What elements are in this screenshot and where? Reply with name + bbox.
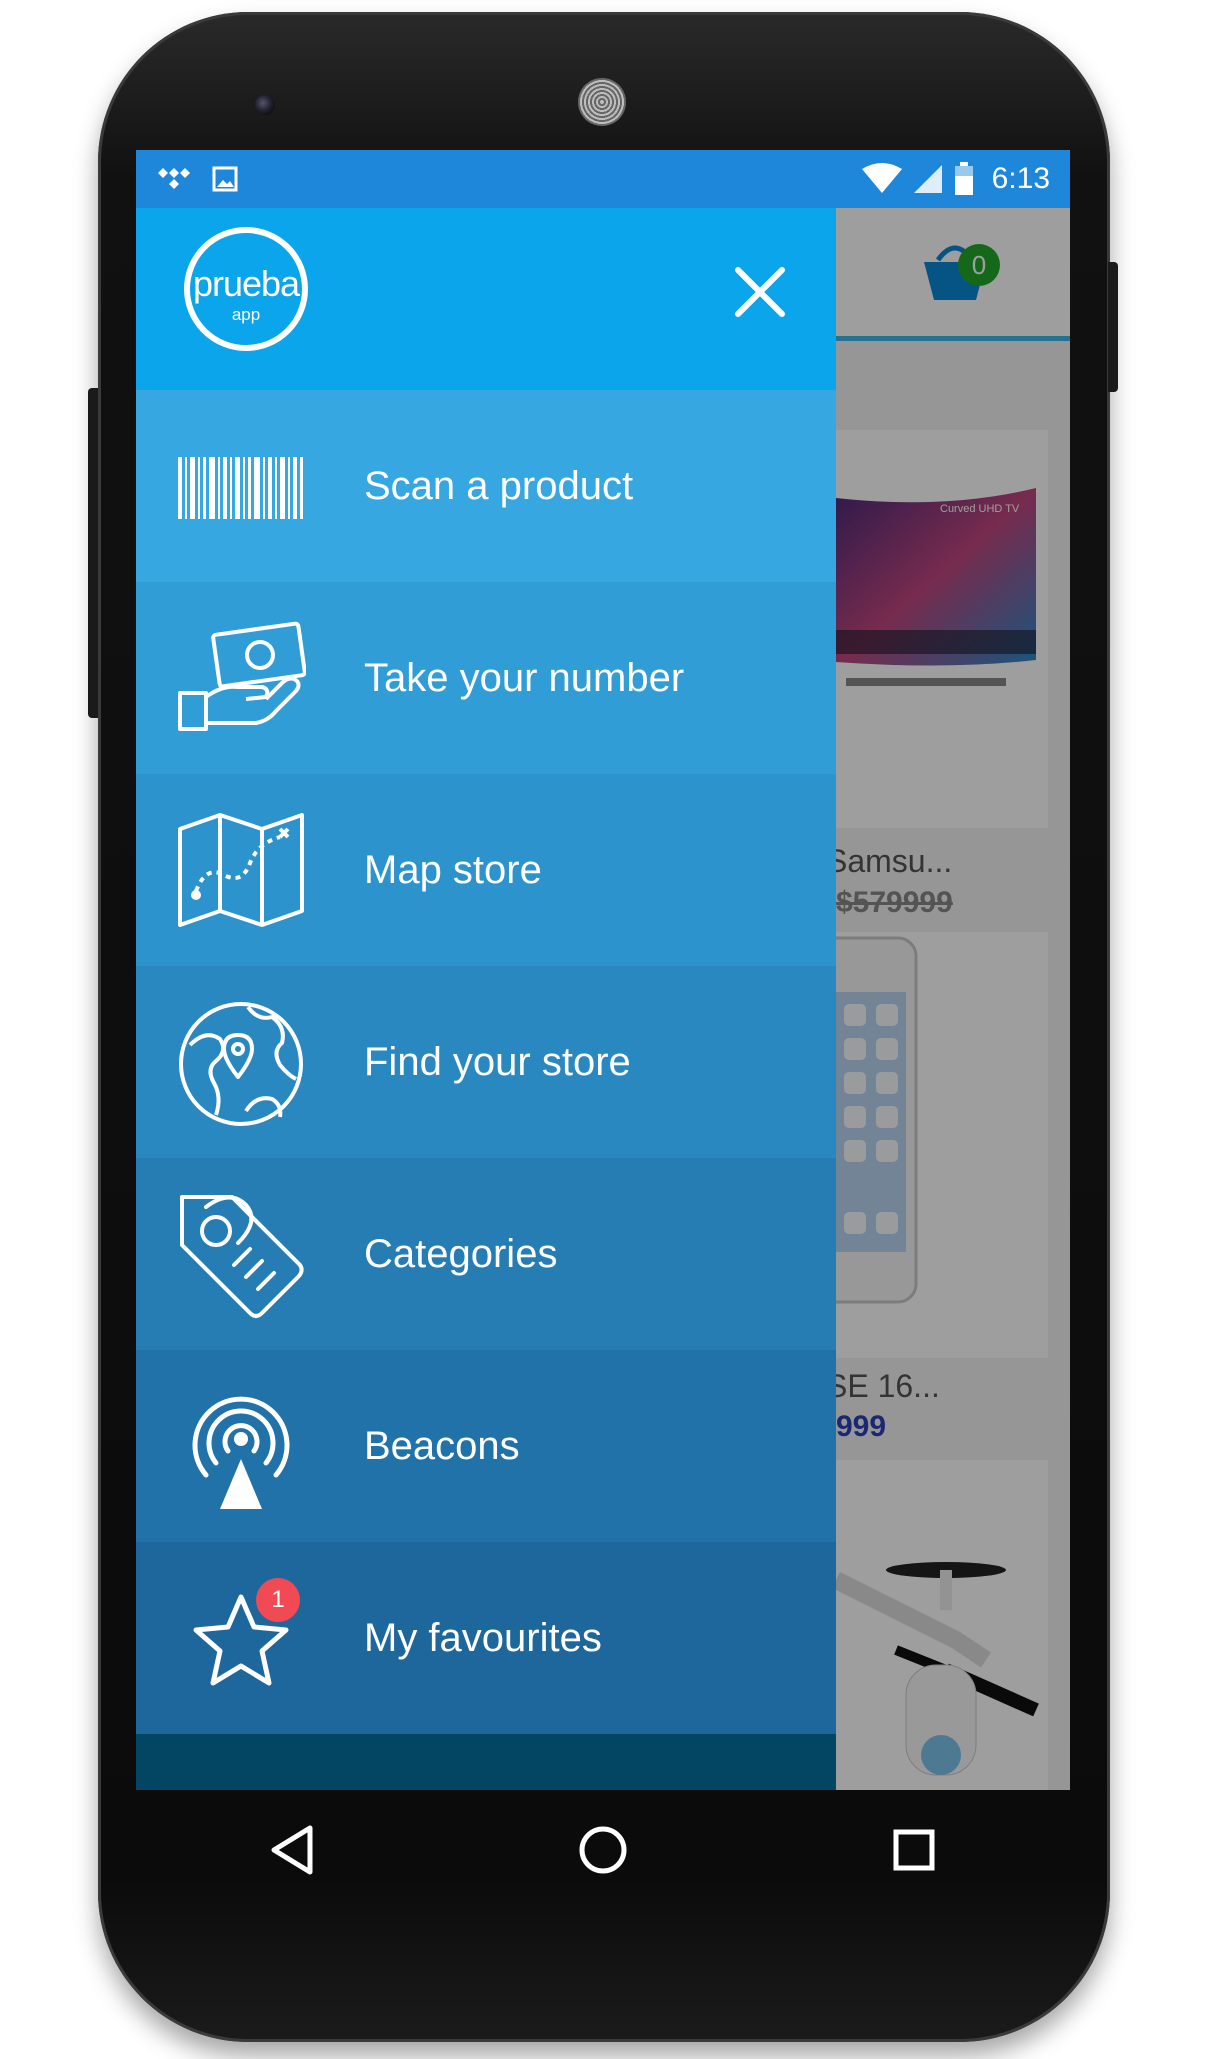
tidal-icon (158, 168, 190, 189)
recents-icon (893, 1829, 935, 1871)
menu-item-take-number[interactable]: Take your number (136, 582, 836, 774)
back-button[interactable] (252, 1810, 332, 1890)
signal-icon (913, 165, 942, 193)
menu-item-beacons[interactable]: Beacons (136, 1350, 836, 1542)
status-time: 6:13 (991, 162, 1050, 195)
menu-item-label: Beacons (364, 1424, 520, 1468)
menu-item-scan-product[interactable]: Scan a product (136, 390, 836, 582)
screen: 6:13 0 Curved UHD TV Samsu... $579999 SE… (136, 150, 1070, 1790)
app-logo: prueba app (184, 227, 308, 351)
battery-icon (954, 162, 973, 195)
logo-text: prueba (192, 263, 300, 304)
menu-item-find-store[interactable]: Find your store (136, 966, 836, 1158)
navigation-drawer: prueba app Scan a product Take your numb… (136, 208, 836, 1790)
drawer-header: prueba app (136, 208, 836, 390)
system-nav-bar (136, 1790, 1070, 1910)
menu-item-map-store[interactable]: Map store (136, 774, 836, 966)
wifi-icon (861, 163, 902, 193)
close-icon[interactable] (728, 260, 792, 324)
status-bar: 6:13 (136, 150, 1070, 208)
home-button[interactable] (563, 1810, 643, 1890)
menu-item-categories[interactable]: Categories (136, 1158, 836, 1350)
barcode-icon (178, 457, 303, 519)
logo-subtext: app (231, 305, 261, 324)
menu-item-label: Scan a product (364, 464, 634, 508)
menu-item-label: Find your store (364, 1040, 631, 1084)
money-hand-icon (178, 621, 306, 731)
power-button (1108, 262, 1118, 392)
beacon-icon (192, 1396, 290, 1509)
menu-item-favourites[interactable]: 1 My favourites (136, 1542, 836, 1734)
menu-item-label: My favourites (364, 1616, 602, 1660)
globe-pin-icon (179, 1002, 303, 1126)
tag-icon (180, 1195, 304, 1318)
back-icon (271, 1825, 313, 1875)
map-icon (178, 813, 304, 927)
recents-button[interactable] (874, 1810, 954, 1890)
home-icon (579, 1826, 627, 1874)
menu-item-label: Map store (364, 848, 542, 892)
front-camera (255, 95, 275, 115)
earpiece-speaker (578, 78, 626, 126)
favourites-count-badge: 1 (256, 1578, 300, 1622)
menu-item-label: Take your number (364, 656, 685, 700)
image-icon (212, 166, 238, 192)
volume-button (88, 388, 98, 718)
menu-item-label: Categories (364, 1232, 558, 1276)
